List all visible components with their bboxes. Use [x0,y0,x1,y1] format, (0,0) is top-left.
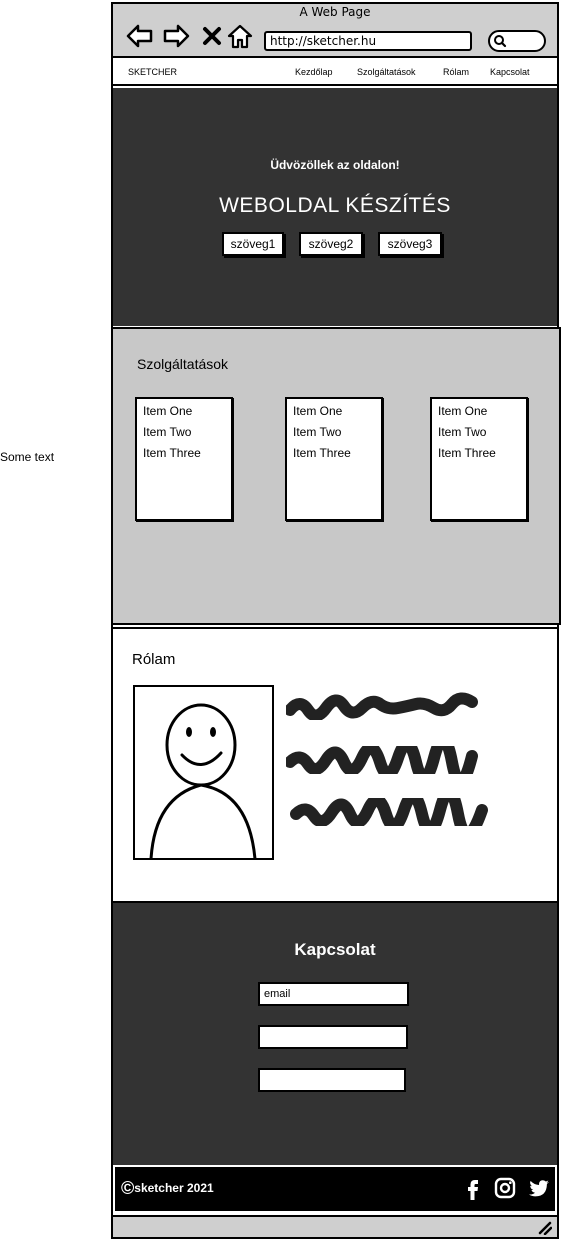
contact-heading: Kapcsolat [294,940,376,959]
resize-grip-icon[interactable] [536,1219,552,1235]
placeholder-text-scribble [286,692,478,720]
close-icon[interactable] [198,22,226,50]
browser-statusbar [113,1215,557,1237]
hero-button-3[interactable]: szöveg3 [378,232,442,256]
brand-logo-text[interactable]: SKETCHER [128,67,177,77]
placeholder-text-scribble [286,746,478,774]
person-placeholder-icon [149,703,257,860]
search-box[interactable] [488,30,546,52]
address-bar[interactable]: http://sketcher.hu [264,31,472,51]
copyright-text: ©sketcher 2021 [121,1178,214,1199]
email-field[interactable]: email [258,982,409,1006]
window-title: A Web Page [299,5,371,19]
list-item[interactable]: Item One [293,401,375,422]
facebook-icon[interactable] [461,1176,485,1200]
hero-welcome-text: Üdvözöllek az oldalon! [270,158,400,172]
list-item[interactable]: Item Two [143,422,225,443]
avatar [133,685,274,860]
side-note-text: Some text [0,450,55,464]
service-list-3: Item One Item Two Item Three [430,397,528,521]
nav-link-szolgaltatasok[interactable]: Szolgáltatások [357,67,416,77]
about-heading: Rólam [132,651,176,668]
search-icon [494,35,507,48]
placeholder-text-scribble [290,798,488,826]
back-arrow-icon[interactable] [126,22,154,50]
twitter-icon[interactable] [527,1176,551,1200]
list-item[interactable]: Item Two [438,422,520,443]
hero-button-2[interactable]: szöveg2 [299,232,363,256]
hero-button-1[interactable]: szöveg1 [222,232,284,256]
copyright-label: sketcher 2021 [134,1181,214,1195]
home-icon[interactable] [226,22,254,50]
nav-link-kezdolap[interactable]: Kezdőlap [295,67,333,77]
service-list-2: Item One Item Two Item Three [285,397,383,521]
instagram-icon[interactable] [493,1176,517,1200]
contact-field-2[interactable] [258,1025,408,1049]
list-item[interactable]: Item Two [293,422,375,443]
nav-link-rolam[interactable]: Rólam [443,67,469,77]
services-heading: Szolgáltatások [137,356,229,372]
list-item[interactable]: Item One [143,401,225,422]
hero-title: WEBOLDAL KÉSZÍTÉS [219,194,451,217]
forward-arrow-icon[interactable] [162,22,190,50]
list-item[interactable]: Item Three [438,443,520,464]
list-item[interactable]: Item One [438,401,520,422]
list-item[interactable]: Item Three [293,443,375,464]
service-list-1: Item One Item Two Item Three [135,397,233,521]
contact-field-3[interactable] [258,1068,406,1092]
list-item[interactable]: Item Three [143,443,225,464]
nav-link-kapcsolat[interactable]: Kapcsolat [490,67,530,77]
copyright-icon: © [121,1178,135,1198]
